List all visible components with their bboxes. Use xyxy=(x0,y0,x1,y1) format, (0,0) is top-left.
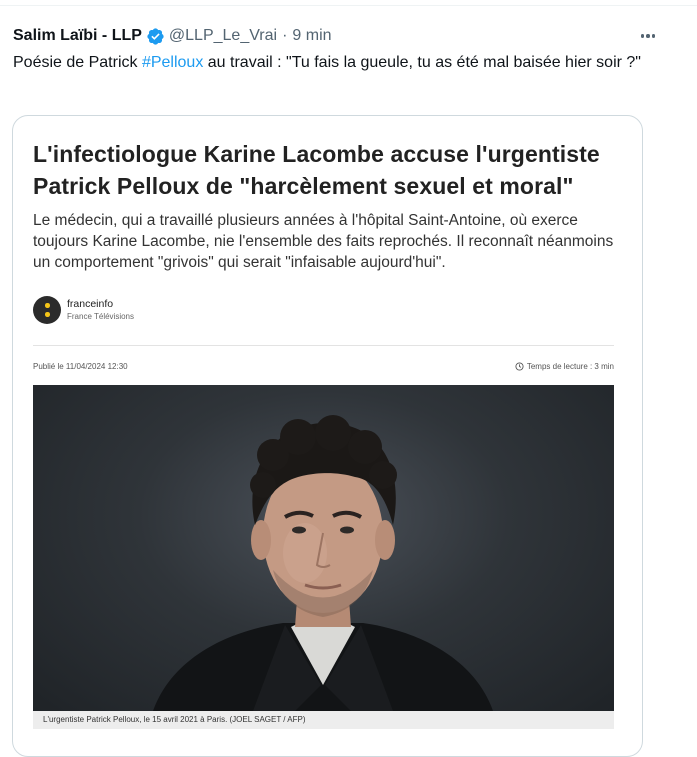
verified-badge-icon xyxy=(147,27,164,45)
article-summary: Le médecin, qui a travaillé plusieurs an… xyxy=(33,212,614,271)
article-card[interactable]: L'infectiologue Karine Lacombe accuse l'… xyxy=(12,115,643,757)
tweet-header: Salim Laïbi - LLP @LLP_Le_Vrai · 9 min xyxy=(13,24,332,48)
tweet-text-end: au travail : "Tu fais la gueule, tu as é… xyxy=(203,54,641,71)
card-divider xyxy=(33,345,614,346)
tweet-text-start: Poésie de Patrick xyxy=(13,54,142,71)
hashtag-link[interactable]: #Pelloux xyxy=(142,54,203,71)
portrait-image xyxy=(153,415,493,711)
source-name: franceinfo xyxy=(67,297,114,310)
more-options-icon[interactable] xyxy=(636,26,660,46)
article-photo xyxy=(33,385,614,711)
header-separator: · xyxy=(282,27,288,44)
top-divider xyxy=(0,5,697,6)
article-source: franceinfo France Télévisions xyxy=(33,296,134,324)
reading-time: Temps de lecture : 3 min xyxy=(515,362,614,371)
source-subtitle: France Télévisions xyxy=(67,311,134,321)
published-date: Publié le 11/04/2024 12:30 xyxy=(33,362,128,371)
tweet-text: Poésie de Patrick #Pelloux au travail : … xyxy=(13,51,653,74)
clock-icon xyxy=(515,362,524,371)
reading-time-label: Temps de lecture : 3 min xyxy=(526,362,614,371)
franceinfo-logo-icon xyxy=(33,296,61,324)
article-headline: L'infectiologue Karine Lacombe accuse l'… xyxy=(33,141,600,199)
author-name[interactable]: Salim Laïbi - LLP xyxy=(13,27,142,45)
tweet-timestamp[interactable]: 9 min xyxy=(292,27,331,45)
photo-caption: L'urgentiste Patrick Pelloux, le 15 avri… xyxy=(33,711,614,729)
author-handle[interactable]: @LLP_Le_Vrai xyxy=(169,27,277,45)
